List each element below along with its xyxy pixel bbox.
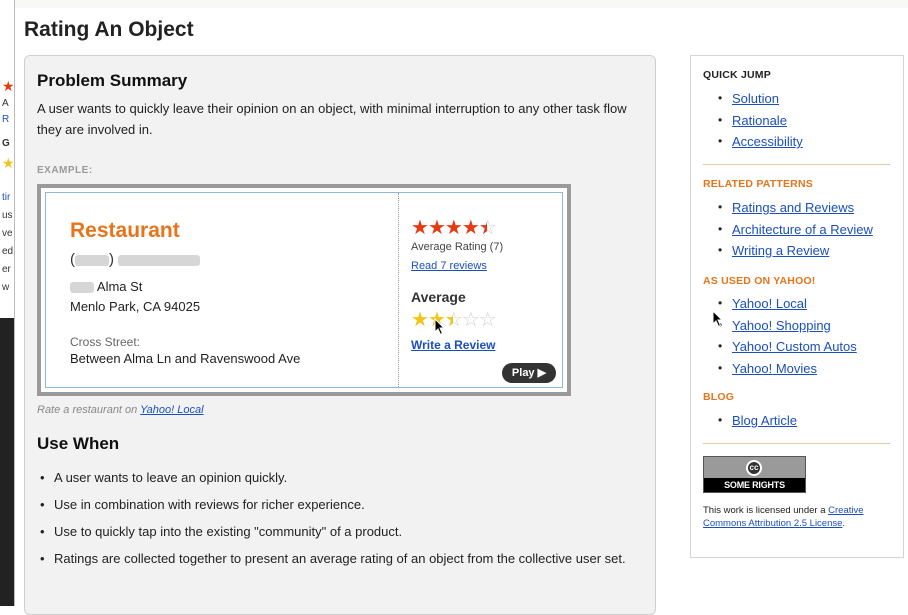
related-patterns-heading: RELATED PATTERNS	[703, 178, 813, 190]
pattern-content-box: Problem Summary A user wants to quickly …	[24, 55, 656, 615]
yahoo-shopping-link[interactable]: Yahoo! Shopping	[732, 318, 831, 333]
list-item: Ratings are collected together to presen…	[37, 549, 637, 569]
list-item[interactable]: Architecture of a Review	[703, 219, 903, 241]
problem-summary-heading: Problem Summary	[37, 71, 188, 90]
creative-commons-badge[interactable]: cc SOME RIGHTS RESERVED	[703, 456, 806, 504]
list-item[interactable]: Yahoo! Local	[703, 293, 903, 315]
dark-panel	[0, 318, 14, 606]
license-suffix: .	[842, 518, 846, 529]
related-architecture-link[interactable]: Architecture of a Review	[732, 222, 873, 237]
mouse-cursor-icon	[712, 310, 724, 328]
yahoo-custom-autos-link[interactable]: Yahoo! Custom Autos	[732, 339, 857, 354]
list-item[interactable]: Yahoo! Custom Autos	[703, 336, 903, 358]
average-rating-text: Average Rating (7)	[411, 241, 504, 253]
page-title: Rating An Object	[24, 18, 194, 41]
background-window-strip: ★ A R G ★ tir us ve ed er w	[0, 0, 15, 606]
user-rating-stars[interactable]: ★★☆★☆☆	[411, 307, 497, 332]
fragment-text: A	[2, 98, 9, 109]
street-text: Alma St	[96, 279, 143, 294]
use-when-heading: Use When	[37, 434, 120, 453]
play-button[interactable]: Play ▶	[502, 363, 556, 383]
list-item: A user wants to leave an opinion quickly…	[37, 468, 637, 488]
cross-street-value: Between Alma Ln and Ravenswood Ave	[70, 351, 301, 366]
sidebar: QUICK JUMP Solution Rationale Accessibil…	[690, 55, 904, 558]
section-divider	[703, 164, 890, 165]
list-item[interactable]: Accessibility	[703, 131, 903, 153]
fragment-text: ed	[2, 246, 14, 257]
quick-jump-heading: QUICK JUMP	[703, 69, 771, 81]
restaurant-card: Restaurant () Alma St Menlo Park, CA 940…	[45, 192, 563, 388]
caption-link[interactable]: Yahoo! Local	[140, 404, 203, 416]
use-when-list: A user wants to leave an opinion quickly…	[37, 468, 637, 576]
fragment-text: G	[2, 138, 10, 149]
quick-jump-solution-link[interactable]: Solution	[732, 91, 779, 106]
quick-jump-accessibility-link[interactable]: Accessibility	[732, 134, 803, 149]
related-writing-review-link[interactable]: Writing a Review	[732, 243, 829, 258]
star-icon: ★	[2, 78, 15, 94]
used-on-yahoo-heading: AS USED ON YAHOO!	[703, 275, 816, 287]
average-rating-stars: ★★★★☆★	[411, 217, 497, 239]
fragment-link[interactable]: R	[2, 114, 9, 125]
list-item[interactable]: Rationale	[703, 110, 903, 132]
fragment-text: ve	[2, 228, 13, 239]
yahoo-local-link[interactable]: Yahoo! Local	[732, 296, 807, 311]
mouse-cursor-icon	[434, 318, 446, 336]
read-reviews-link[interactable]: Read 7 reviews	[411, 260, 487, 272]
quick-jump-rationale-link[interactable]: Rationale	[732, 113, 787, 128]
example-caption: Rate a restaurant on Yahoo! Local	[37, 404, 204, 416]
restaurant-name: Restaurant	[70, 219, 180, 242]
example-label: EXAMPLE:	[37, 165, 93, 176]
quick-jump-list: Solution Rationale Accessibility	[703, 88, 903, 153]
problem-summary-text: A user wants to quickly leave their opin…	[37, 101, 627, 137]
cc-badge-text: SOME RIGHTS RESERVED	[704, 478, 805, 504]
yahoo-movies-link[interactable]: Yahoo! Movies	[732, 361, 817, 376]
license-prefix: This work is licensed under a	[703, 505, 826, 516]
related-patterns-list: Ratings and Reviews Architecture of a Re…	[703, 197, 903, 262]
list-item[interactable]: Ratings and Reviews	[703, 197, 903, 219]
cc-icon: cc	[746, 460, 762, 476]
blog-article-link[interactable]: Blog Article	[732, 413, 797, 428]
list-item[interactable]: Yahoo! Shopping	[703, 315, 903, 337]
card-divider	[398, 193, 399, 387]
blog-heading: BLOG	[703, 391, 735, 403]
restaurant-phone-blurred: ()	[70, 251, 201, 268]
list-item[interactable]: Solution	[703, 88, 903, 110]
cross-street-label: Cross Street:	[70, 335, 141, 349]
example-screenshot: Restaurant () Alma St Menlo Park, CA 940…	[37, 184, 571, 396]
list-item: Use to quickly tap into the existing "co…	[37, 522, 637, 542]
list-item[interactable]: Blog Article	[703, 410, 903, 432]
blog-list: Blog Article	[703, 410, 903, 432]
used-on-yahoo-list: Yahoo! Local Yahoo! Shopping Yahoo! Cust…	[703, 293, 903, 379]
list-item[interactable]: Writing a Review	[703, 240, 903, 262]
list-item: Use in combination with reviews for rich…	[37, 495, 637, 515]
section-divider	[703, 443, 890, 444]
license-text: This work is licensed under a Creative C…	[703, 504, 893, 530]
star-icon: ★	[2, 155, 15, 171]
related-ratings-reviews-link[interactable]: Ratings and Reviews	[732, 200, 854, 215]
user-rating-label: Average	[411, 289, 466, 305]
fragment-text: er	[2, 264, 11, 275]
restaurant-street: Alma St	[70, 279, 142, 294]
list-item[interactable]: Yahoo! Movies	[703, 358, 903, 380]
fragment-link[interactable]: tir	[2, 192, 10, 203]
caption-text: Rate a restaurant on	[37, 404, 138, 416]
restaurant-city: Menlo Park, CA 94025	[70, 299, 201, 314]
browser-top-strip	[14, 0, 908, 8]
write-review-link[interactable]: Write a Review	[411, 338, 495, 352]
fragment-text: us	[2, 210, 13, 221]
fragment-text: w	[2, 282, 10, 293]
